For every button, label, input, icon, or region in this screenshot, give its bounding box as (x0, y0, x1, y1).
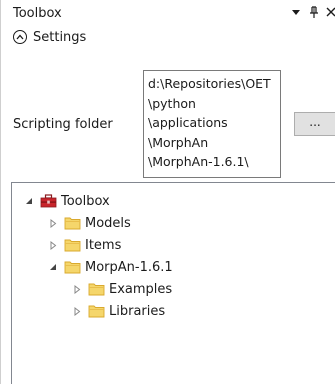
path-line: \python (148, 95, 196, 111)
path-line: \MorphAn-1.6.1\ (148, 154, 249, 169)
settings-label: Settings (33, 29, 87, 45)
tree-node-label: MorpAn-1.6.1 (85, 259, 173, 275)
folder-icon (88, 304, 105, 318)
collapse-up-icon (13, 30, 27, 44)
close-icon[interactable] (324, 4, 335, 20)
tree-node-label: Models (85, 215, 131, 231)
browse-folder-button[interactable]: ... (294, 112, 335, 136)
tree-node-label: Libraries (109, 303, 166, 319)
path-line: d:\Repositories\OET (148, 76, 271, 91)
tree-node-libraries[interactable]: Libraries (72, 300, 165, 322)
expanded-arrow-icon[interactable] (48, 262, 58, 272)
folder-icon (64, 260, 81, 274)
path-line: \applications (148, 115, 228, 130)
tree-node-label: Examples (109, 281, 173, 297)
scripting-folder-label: Scripting folder (13, 117, 113, 132)
panel-title: Toolbox (13, 6, 62, 21)
tree-node-morpan[interactable]: MorpAn-1.6.1 (48, 256, 173, 278)
collapsed-arrow-icon[interactable] (72, 306, 82, 316)
folder-icon (64, 216, 81, 230)
settings-toggle[interactable]: Settings (13, 26, 86, 48)
toolbox-tree[interactable]: Toolbox Models Items MorpAn-1.6.1 Exampl… (11, 182, 335, 384)
toolbox-icon (40, 194, 57, 208)
tree-node-label: Toolbox (61, 193, 110, 209)
toolbox-panel: Toolbox Settings Scripting folder d:\Rep… (0, 0, 335, 384)
path-line: \MorphAn (148, 134, 209, 150)
pin-icon[interactable] (307, 4, 321, 20)
tree-node-items[interactable]: Items (48, 234, 121, 256)
tree-node-label: Items (85, 237, 122, 253)
collapsed-arrow-icon[interactable] (72, 284, 82, 294)
chevron-down-icon[interactable] (289, 4, 303, 20)
tree-node-examples[interactable]: Examples (72, 278, 172, 300)
tree-node-models[interactable]: Models (48, 212, 131, 234)
expanded-arrow-icon[interactable] (24, 196, 34, 206)
folder-icon (64, 238, 81, 252)
collapsed-arrow-icon[interactable] (48, 218, 58, 228)
panel-title-bar: Toolbox (1, 0, 335, 24)
collapsed-arrow-icon[interactable] (48, 240, 58, 250)
tree-node-toolbox[interactable]: Toolbox (24, 190, 110, 212)
scripting-folder-path-field[interactable]: d:\Repositories\OET \python \application… (143, 70, 281, 178)
folder-icon (88, 282, 105, 296)
